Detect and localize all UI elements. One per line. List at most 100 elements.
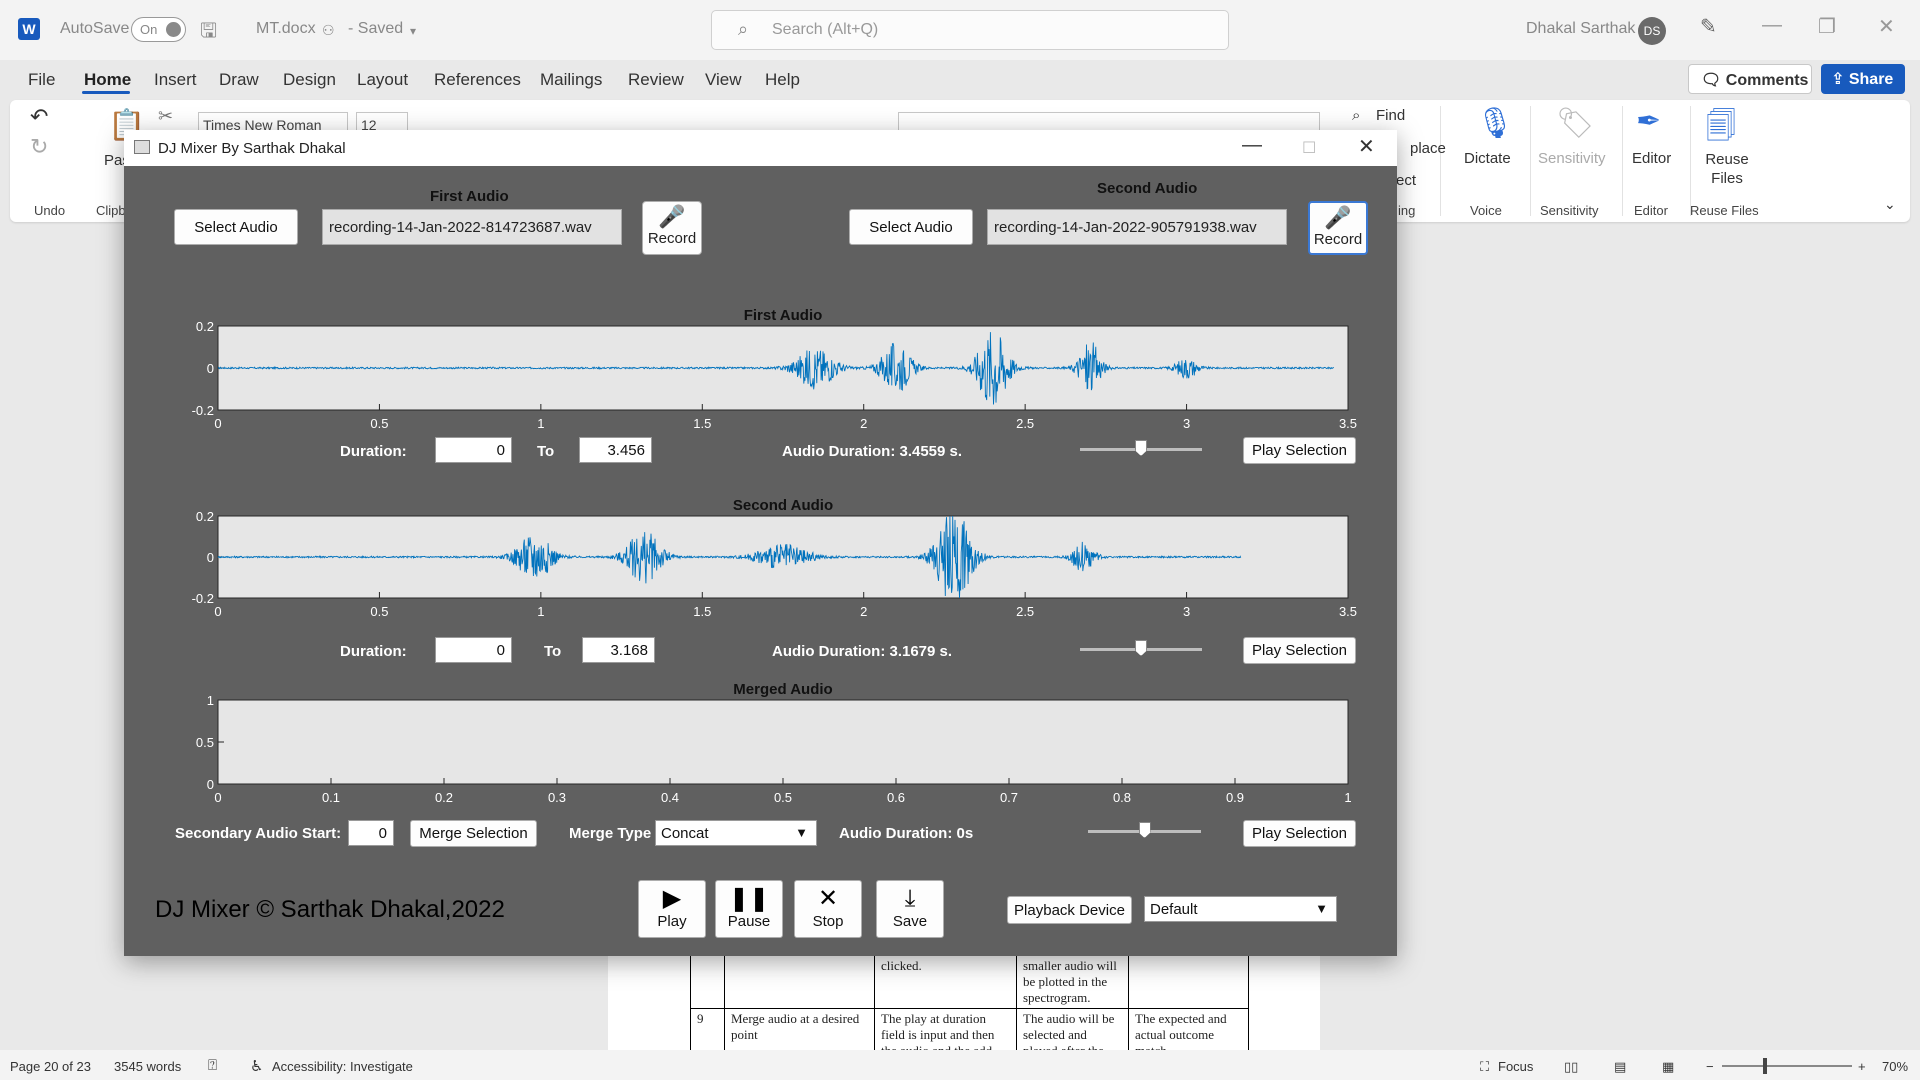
merge-type-select[interactable]: Concat ▼ xyxy=(655,820,817,846)
sensitivity-icon: 🏷 xyxy=(1556,107,1595,140)
slider-thumb[interactable] xyxy=(1138,822,1151,838)
first-select-audio-button[interactable]: Select Audio xyxy=(174,209,298,245)
second-to-input[interactable]: 3.168 xyxy=(582,637,655,663)
share-label: Share xyxy=(1848,71,1894,88)
slider-thumb[interactable] xyxy=(1135,640,1147,656)
user-icon: ⚇ xyxy=(322,22,335,38)
second-play-selection-button[interactable]: Play Selection xyxy=(1243,637,1356,664)
tab-review[interactable]: Review xyxy=(628,70,684,90)
reuse-files-button[interactable]: Reuse Files xyxy=(1702,150,1752,188)
save-icon[interactable]: 🖫 xyxy=(200,16,217,50)
search-box[interactable]: ⌕ Search (Alt+Q) xyxy=(711,10,1229,50)
merged-volume-slider[interactable] xyxy=(1088,821,1201,841)
page-count[interactable]: Page 20 of 23 xyxy=(10,1059,91,1074)
minimize-icon[interactable]: — xyxy=(1242,134,1262,157)
playback-device-select[interactable]: Default ▼ xyxy=(1144,896,1337,922)
tab-mailings[interactable]: Mailings xyxy=(540,70,602,90)
document-name[interactable]: MT.docx xyxy=(256,20,316,38)
focus-button[interactable]: Focus xyxy=(1498,1059,1533,1074)
first-record-button[interactable]: 🎤 Record xyxy=(642,201,702,255)
group-label-editor: Editor xyxy=(1634,203,1668,218)
sensitivity-button[interactable]: Sensitivity xyxy=(1538,150,1606,167)
tab-home[interactable]: Home xyxy=(84,70,131,90)
accessibility-status[interactable]: Accessibility: Investigate xyxy=(272,1059,413,1074)
zoom-slider-track[interactable] xyxy=(1722,1065,1852,1067)
plot-axes xyxy=(217,699,1349,785)
first-volume-slider[interactable] xyxy=(1080,439,1202,459)
user-name[interactable]: Dhakal Sarthak xyxy=(1526,20,1635,38)
editor-button[interactable]: Editor xyxy=(1632,150,1671,167)
x-tick-label: 1.5 xyxy=(693,604,711,619)
table-row: clicked. smaller audio will be plotted i… xyxy=(690,955,1249,1009)
undo-icon[interactable]: ↶ xyxy=(30,104,48,130)
ribbon-separator xyxy=(1690,106,1691,216)
collapse-ribbon-icon[interactable]: ⌄ xyxy=(1884,196,1896,213)
word-logo-icon: W xyxy=(18,18,40,40)
save-button[interactable]: ⤓ Save xyxy=(876,880,944,938)
zoom-slider-thumb[interactable] xyxy=(1763,1058,1767,1074)
dictate-button[interactable]: Dictate xyxy=(1464,150,1511,167)
maximize-icon[interactable]: ☐ xyxy=(1302,138,1316,158)
avatar[interactable]: DS xyxy=(1638,17,1666,45)
close-icon[interactable]: ✕ xyxy=(1358,134,1375,159)
slider-thumb[interactable] xyxy=(1135,440,1147,456)
zoom-level[interactable]: 70% xyxy=(1882,1059,1908,1074)
play-button[interactable]: ▶ Play xyxy=(638,880,706,938)
second-from-input[interactable]: 0 xyxy=(435,637,512,663)
tab-draw[interactable]: Draw xyxy=(219,70,259,90)
pause-button[interactable]: ❚❚ Pause xyxy=(715,880,783,938)
word-count[interactable]: 3545 words xyxy=(114,1059,181,1074)
tab-insert[interactable]: Insert xyxy=(154,70,197,90)
comments-button[interactable]: 🗨 Comments xyxy=(1688,64,1812,94)
zoom-in-icon[interactable]: + xyxy=(1858,1059,1866,1074)
close-icon[interactable]: ✕ xyxy=(1878,14,1895,39)
restore-icon[interactable]: ❐ xyxy=(1818,14,1836,39)
second-volume-slider[interactable] xyxy=(1080,639,1202,659)
zoom-out-icon[interactable]: − xyxy=(1706,1059,1714,1074)
chevron-down-icon[interactable]: ▾ xyxy=(410,24,416,38)
first-to-input[interactable]: 3.456 xyxy=(579,437,652,463)
tab-design[interactable]: Design xyxy=(283,70,336,90)
pen-icon[interactable]: ✎ xyxy=(1700,14,1717,39)
share-button[interactable]: ⇪ Share xyxy=(1821,64,1905,94)
web-layout-icon[interactable]: ▦ xyxy=(1662,1059,1674,1075)
autosave-toggle[interactable]: On xyxy=(131,17,186,42)
secondary-start-input[interactable]: 0 xyxy=(348,820,394,846)
x-tick-label: 0 xyxy=(214,416,221,431)
tab-view[interactable]: View xyxy=(705,70,742,90)
ribbon-separator xyxy=(1530,106,1531,216)
replace-button[interactable]: place xyxy=(1410,140,1446,157)
microphone-icon[interactable]: 🎙 xyxy=(1476,106,1514,141)
proofing-icon[interactable]: ⍰ xyxy=(208,1057,217,1074)
first-from-input[interactable]: 0 xyxy=(435,437,512,463)
cut-icon[interactable]: ✂ xyxy=(158,106,173,127)
second-audio-duration: Audio Duration: 3.1679 s. xyxy=(772,643,953,660)
x-tick-label: 1.5 xyxy=(693,416,711,431)
group-label-undo: Undo xyxy=(34,203,66,218)
second-select-audio-button[interactable]: Select Audio xyxy=(849,209,973,245)
find-button[interactable]: Find xyxy=(1376,107,1405,124)
merge-type-value: Concat xyxy=(661,825,709,842)
tab-layout[interactable]: Layout xyxy=(357,70,408,90)
tab-help[interactable]: Help xyxy=(765,70,800,90)
plot-title: Merged Audio xyxy=(733,681,832,698)
copyright-text: DJ Mixer © Sarthak Dhakal,2022 xyxy=(155,896,505,923)
read-mode-icon[interactable]: ▯▯ xyxy=(1564,1059,1578,1075)
select-button[interactable]: ect xyxy=(1396,172,1416,189)
second-audio-plot: Second Audio0 0.5 1 1.5 2 2.5 3 3.5-0.200.2 xyxy=(192,497,1357,619)
secondary-start-label: Secondary Audio Start: xyxy=(175,825,342,842)
stop-button[interactable]: ✕ Stop xyxy=(794,880,862,938)
saved-state[interactable]: - Saved xyxy=(348,20,403,38)
merged-play-selection-button[interactable]: Play Selection xyxy=(1243,820,1356,847)
first-play-selection-button[interactable]: Play Selection xyxy=(1243,437,1356,464)
tab-references[interactable]: References xyxy=(434,70,521,90)
redo-icon[interactable]: ↻ xyxy=(30,134,48,160)
merge-selection-button[interactable]: Merge Selection xyxy=(410,820,537,847)
window-title: DJ Mixer By Sarthak Dhakal xyxy=(158,140,346,157)
dropdown-arrow-icon: ▼ xyxy=(795,825,808,840)
group-label-sensitivity: Sensitivity xyxy=(1540,203,1599,218)
second-record-button[interactable]: 🎤 Record xyxy=(1308,201,1368,255)
print-layout-icon[interactable]: ▤ xyxy=(1614,1059,1626,1075)
minimize-icon[interactable]: — xyxy=(1762,14,1782,37)
tab-file[interactable]: File xyxy=(28,70,55,90)
